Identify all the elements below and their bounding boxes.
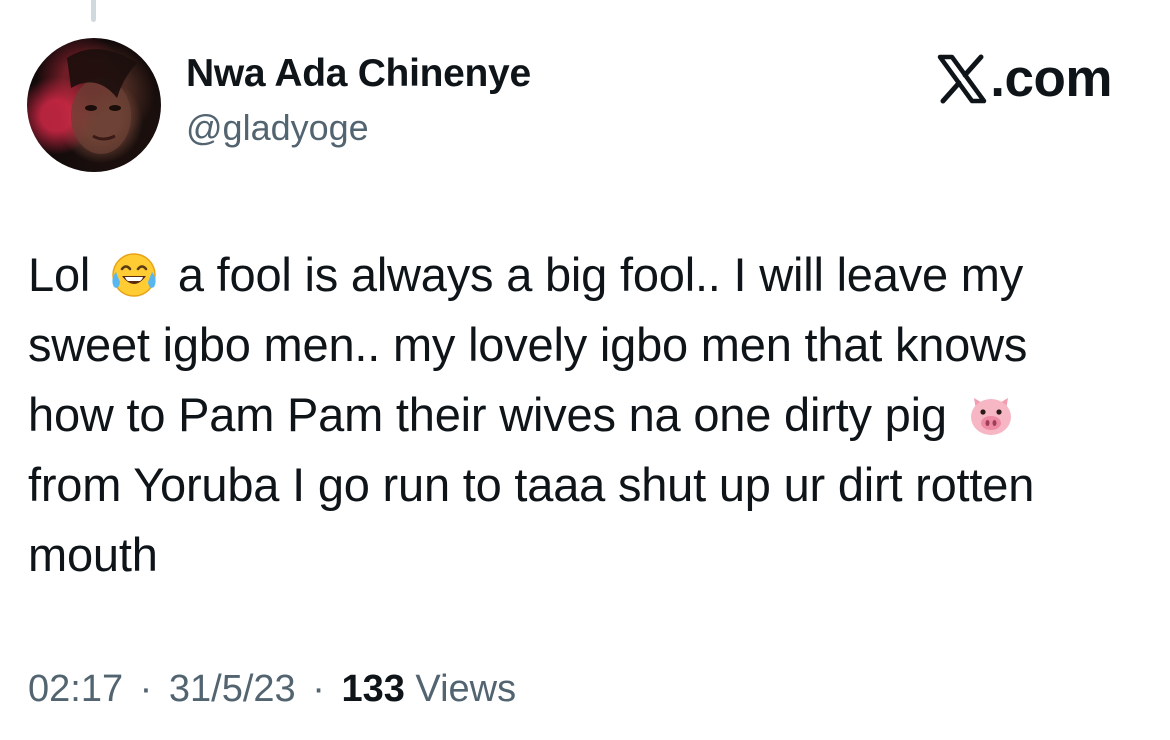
author-handle[interactable]: @gladyoge — [186, 107, 369, 149]
meta-separator: · — [139, 668, 153, 710]
x-logo-icon — [936, 54, 988, 104]
avatar[interactable] — [27, 38, 161, 172]
tweet-text-segment: a fool is always a big fool.. I will lea… — [177, 248, 1024, 301]
source-brand: .com — [936, 48, 1112, 109]
thread-connector-line — [91, 0, 96, 22]
meta-separator: · — [312, 668, 325, 710]
tweet-text: Lol a fool is always a big fool.. I will… — [28, 240, 1148, 590]
tweet-line-2: sweet igbo men.. my lovely igbo men that… — [28, 318, 1028, 371]
tweet-meta: 02:17 · 31/5/23 · 133 Views — [28, 668, 516, 711]
tweet-line-4: from Yoruba I go run to taaa shut up ur … — [28, 458, 1035, 511]
tweet-text-segment: Lol — [28, 248, 91, 301]
tweet-line-1: Lol a fool is always a big fool.. I will… — [28, 240, 1148, 310]
tweet-line-3: how to Pam Pam their wives na one dirty … — [28, 380, 1148, 450]
source-label: .com — [990, 49, 1112, 108]
tweet-date[interactable]: 31/5/23 — [169, 668, 296, 710]
views-count: 133 — [341, 668, 405, 710]
pig-face-icon — [966, 389, 1016, 439]
face-with-tears-of-joy-icon — [109, 249, 159, 299]
tweet-text-segment: how to Pam Pam their wives na one dirty … — [28, 388, 947, 441]
author-display-name[interactable]: Nwa Ada Chinenye — [186, 52, 531, 96]
tweet-line-5: mouth — [28, 528, 158, 581]
tweet-time[interactable]: 02:17 — [28, 668, 123, 710]
avatar-photo — [67, 49, 137, 154]
views-label: Views — [415, 668, 517, 710]
